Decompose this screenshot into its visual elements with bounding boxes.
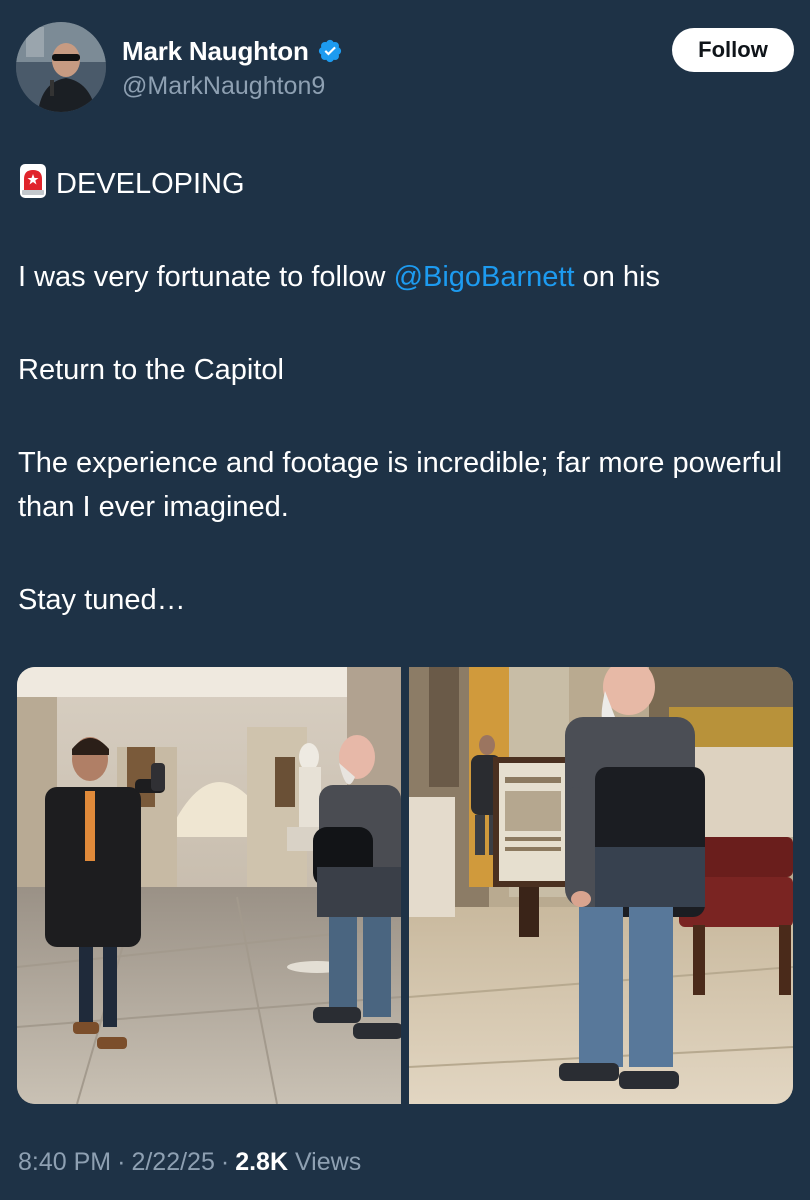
mention-link[interactable]: @BigoBarnett (394, 261, 575, 293)
meta-separator: · (220, 1148, 230, 1176)
verified-badge-icon (317, 38, 343, 64)
siren-icon (18, 164, 48, 198)
tweet-line-stay-tuned: Stay tuned… (18, 584, 186, 616)
meta-separator: · (117, 1148, 126, 1176)
user-handle[interactable]: @MarkNaughton9 (122, 72, 343, 101)
tweet-text: DEVELOPING I was very fortunate to follo… (18, 162, 798, 622)
display-name-row: Mark Naughton (122, 34, 343, 68)
media-photo-2[interactable] (409, 667, 793, 1104)
tweet-header: Mark Naughton @MarkNaughton9 Follow (16, 22, 794, 114)
media-grid (17, 667, 793, 1104)
display-name[interactable]: Mark Naughton (122, 36, 309, 67)
on-his-text: on his (574, 261, 660, 293)
tweet-line-return: Return to the Capitol (18, 354, 284, 386)
user-info: Mark Naughton @MarkNaughton9 (122, 34, 343, 101)
tweet-line-follow: I was very fortunate to follow @BigoBarn… (18, 255, 798, 299)
follow-text: I was very fortunate to follow (18, 261, 394, 293)
media-photo-1[interactable] (17, 667, 401, 1104)
tweet-line-developing: DEVELOPING (18, 162, 798, 206)
developing-text: DEVELOPING (56, 168, 245, 200)
avatar[interactable] (16, 22, 106, 112)
tweet-time[interactable]: 8:40 PM (18, 1148, 111, 1176)
views-count[interactable]: 2.8K (235, 1148, 288, 1176)
tweet-date[interactable]: 2/22/25 (131, 1148, 214, 1176)
tweet-meta: 8:40 PM · 2/22/25 · 2.8K Views (18, 1148, 361, 1177)
follow-button[interactable]: Follow (672, 28, 794, 72)
tweet-line-experience: The experience and footage is incredible… (18, 447, 783, 523)
views-label: Views (294, 1148, 362, 1176)
